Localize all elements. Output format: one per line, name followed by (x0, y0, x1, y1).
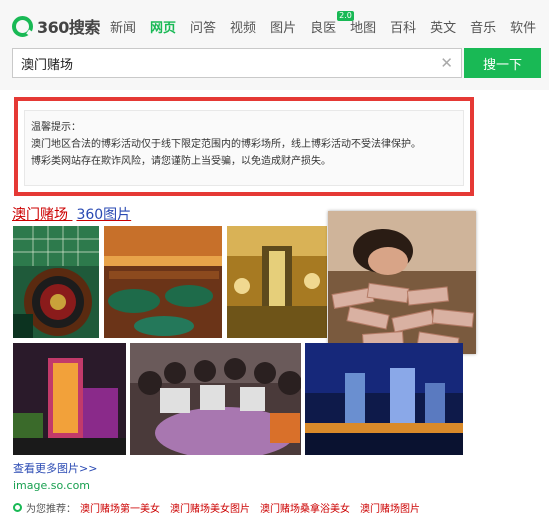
result-image-money-pile[interactable] (328, 211, 476, 354)
nav-item-web[interactable]: 网页 (150, 17, 176, 36)
warning-line-1: 澳门地区合法的博彩活动仅于线下限定范围内的博彩场所，线上博彩活动不受法律保护。 (31, 139, 421, 150)
close-icon[interactable]: ✕ (440, 54, 453, 72)
nav-item-map[interactable]: 地图 (350, 17, 376, 36)
nav-item-doctor-label: 良医 (310, 21, 337, 36)
logo-ring-icon (12, 15, 33, 37)
recommend-link[interactable]: 澳门赌场桑拿浴美女 (260, 500, 350, 515)
header: 360搜索 新闻 网页 问答 视频 图片 良医 2.0 地图 百科 英文 音乐 软… (0, 0, 549, 90)
nav-bar: 新闻 网页 问答 视频 图片 良医 2.0 地图 百科 英文 音乐 软件 (110, 11, 549, 36)
more-images-link[interactable]: 查看更多图片>> (13, 460, 97, 476)
search-box: ✕ (12, 48, 462, 78)
nav-item-doctor[interactable]: 良医 2.0 (310, 11, 354, 36)
result-image-resort-night[interactable] (305, 343, 463, 455)
search-button[interactable]: 搜一下 (464, 48, 541, 78)
nav-item-software[interactable]: 软件 (510, 17, 536, 36)
logo-text: 360搜索 (37, 18, 100, 37)
nav-item-video[interactable]: 视频 (230, 17, 256, 36)
recommend-bar: 为您推荐： 澳门赌场第一美女 澳门赌场美女图片 澳门赌场桑拿浴美女 澳门赌场图片 (13, 500, 430, 515)
nav-item-qa[interactable]: 问答 (190, 17, 216, 36)
result-image-gaming-table[interactable] (130, 343, 301, 455)
logo[interactable]: 360搜索 (12, 14, 100, 38)
warning-notice: 温馨提示： 澳门地区合法的博彩活动仅于线下限定范围内的博彩场所，线上博彩活动不受… (24, 110, 464, 186)
result-title-link[interactable]: 澳门赌场 360图片 (12, 204, 131, 224)
nav-item-baike[interactable]: 百科 (390, 17, 416, 36)
recommend-link[interactable]: 澳门赌场图片 (360, 500, 420, 515)
result-image-casino-hall[interactable] (104, 226, 222, 338)
result-title-sub: 360图片 (76, 207, 132, 223)
search-input[interactable] (13, 49, 433, 77)
nav-item-english[interactable]: 英文 (430, 17, 456, 36)
nav-item-images[interactable]: 图片 (270, 17, 296, 36)
warning-line-2: 博彩类网站存在欺诈风险，请您谨防上当受骗，以免造成财产损失。 (31, 156, 331, 167)
result-title-main: 澳门赌场 (12, 207, 68, 223)
result-image-roulette[interactable] (13, 226, 99, 338)
recommend-label: 为您推荐： (26, 504, 76, 515)
recommend-link[interactable]: 澳门赌场美女图片 (170, 500, 250, 515)
recommend-icon (13, 503, 22, 512)
warning-title: 温馨提示： (31, 122, 81, 133)
nav-item-music[interactable]: 音乐 (470, 17, 496, 36)
result-image-golden-hall[interactable] (227, 226, 327, 338)
result-image-night-casino[interactable] (13, 343, 126, 455)
nav-item-news[interactable]: 新闻 (110, 17, 136, 36)
recommend-link[interactable]: 澳门赌场第一美女 (80, 500, 160, 515)
result-url: image.so.com (13, 479, 91, 492)
